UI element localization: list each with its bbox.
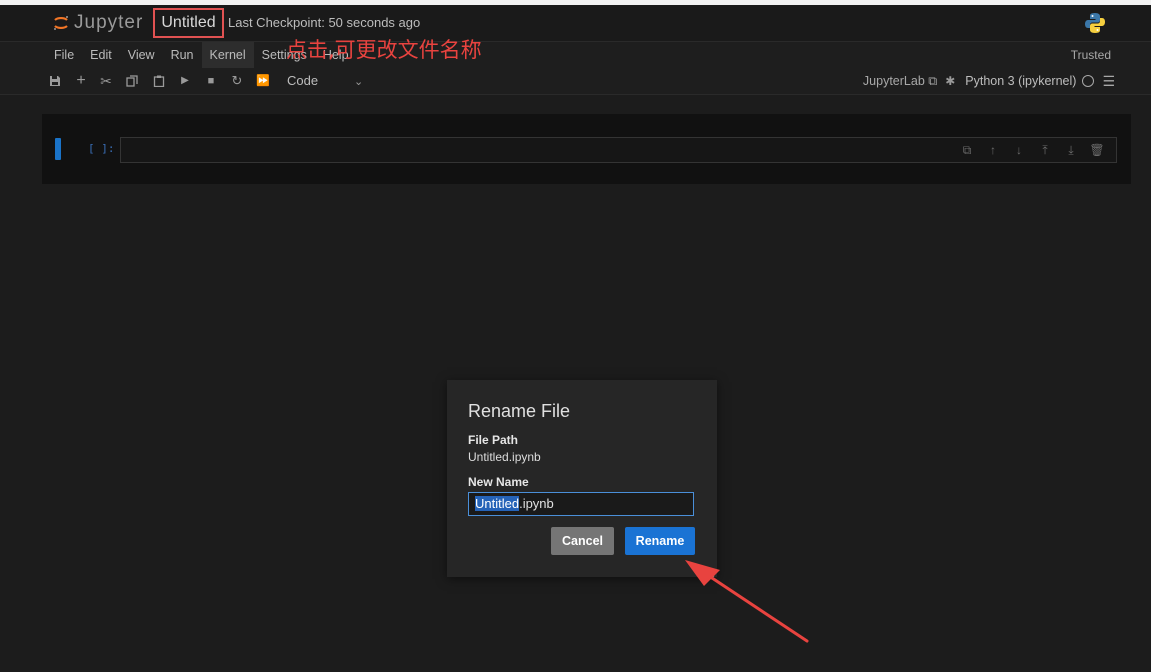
cancel-button[interactable]: Cancel [551, 527, 614, 555]
notebook-title-highlight[interactable]: Untitled [153, 8, 224, 38]
paste-icon[interactable] [150, 68, 168, 94]
menu-view[interactable]: View [120, 42, 163, 68]
menu-run[interactable]: Run [163, 42, 202, 68]
selected-text: Untitled [475, 496, 520, 511]
add-cell-icon[interactable]: + [72, 68, 90, 94]
duplicate-icon[interactable]: ⧉ [954, 143, 980, 158]
menu-edit[interactable]: Edit [82, 42, 120, 68]
notebook-toolbar: + ✂ ▶ ■ ↻ ⏩ Code ⌄ JupyterLab ⧉ ✱ Python… [0, 68, 1151, 95]
file-path-value: Untitled.ipynb [468, 450, 541, 464]
menu-bar: File Edit View Run Kernel Settings Help … [0, 41, 1151, 69]
dialog-title: Rename File [468, 401, 571, 421]
annotation-text: 点击,可更改文件名称 [286, 38, 482, 62]
copy-icon[interactable] [123, 68, 141, 94]
active-cell-indicator [55, 138, 61, 160]
cut-icon[interactable]: ✂ [97, 68, 115, 94]
cell-type-select[interactable]: Code [287, 68, 318, 94]
checkpoint-status: Last Checkpoint: 50 seconds ago [228, 15, 421, 30]
new-name-input[interactable]: Untitled.ipynb [468, 492, 694, 516]
jupyterlab-link[interactable]: JupyterLab ⧉ [863, 74, 937, 89]
run-icon[interactable]: ▶ [176, 68, 194, 94]
insert-above-icon[interactable]: ⤒ [1032, 143, 1058, 158]
restart-icon[interactable]: ↻ [228, 68, 246, 94]
extension-text: .ipynb [519, 496, 554, 511]
jupyterlab-link-label: JupyterLab [862, 73, 925, 88]
notebook-area: [ ]: ⧉ ↑ ↓ ⤒ ⤓ 🗑 [42, 114, 1131, 184]
new-name-label: New Name [468, 475, 529, 489]
notebook-title[interactable]: Untitled [161, 14, 215, 32]
rename-button[interactable]: Rename [625, 527, 695, 555]
jupyter-logo-icon [52, 14, 70, 32]
move-down-icon[interactable]: ↓ [1006, 143, 1032, 157]
jupyter-logo-text: Jupyter [74, 12, 144, 33]
file-path-label: File Path [468, 433, 519, 447]
save-icon[interactable] [46, 68, 64, 94]
resize-grip-icon[interactable] [707, 567, 715, 580]
header: Jupyter Untitled Last Checkpoint: 50 sec… [0, 5, 1151, 41]
menu-kernel[interactable]: Kernel [201, 42, 254, 68]
move-up-icon[interactable]: ↑ [980, 143, 1006, 157]
kernel-name[interactable]: Python 3 (ipykernel) [965, 74, 1076, 88]
run-all-icon[interactable]: ⏩ [254, 68, 272, 94]
cell-prompt: [ ]: [88, 142, 115, 155]
debugger-icon[interactable]: ✱ [945, 74, 955, 88]
code-cell-editor[interactable]: ⧉ ↑ ↓ ⤒ ⤓ 🗑 [120, 137, 1117, 163]
delete-icon[interactable]: 🗑 [1084, 143, 1110, 157]
rename-file-dialog: Rename File File Path Untitled.ipynb New… [447, 380, 717, 580]
toolbar-right: JupyterLab ⧉ ✱ Python 3 (ipykernel) ☰ [863, 68, 1151, 94]
chevron-down-icon[interactable]: ⌄ [354, 69, 363, 95]
menu-icon[interactable]: ☰ [1102, 73, 1115, 90]
cell-toolbar: ⧉ ↑ ↓ ⤒ ⤓ 🗑 [954, 138, 1110, 162]
external-link-icon: ⧉ [928, 73, 938, 88]
insert-below-icon[interactable]: ⤓ [1058, 143, 1084, 158]
trusted-indicator[interactable]: Trusted [1071, 42, 1111, 68]
jupyter-logo[interactable]: Jupyter [52, 12, 144, 33]
stop-icon[interactable]: ■ [202, 68, 220, 94]
python-logo-icon [1084, 12, 1106, 34]
kernel-status-icon [1082, 75, 1095, 87]
menu-file[interactable]: File [46, 42, 82, 68]
